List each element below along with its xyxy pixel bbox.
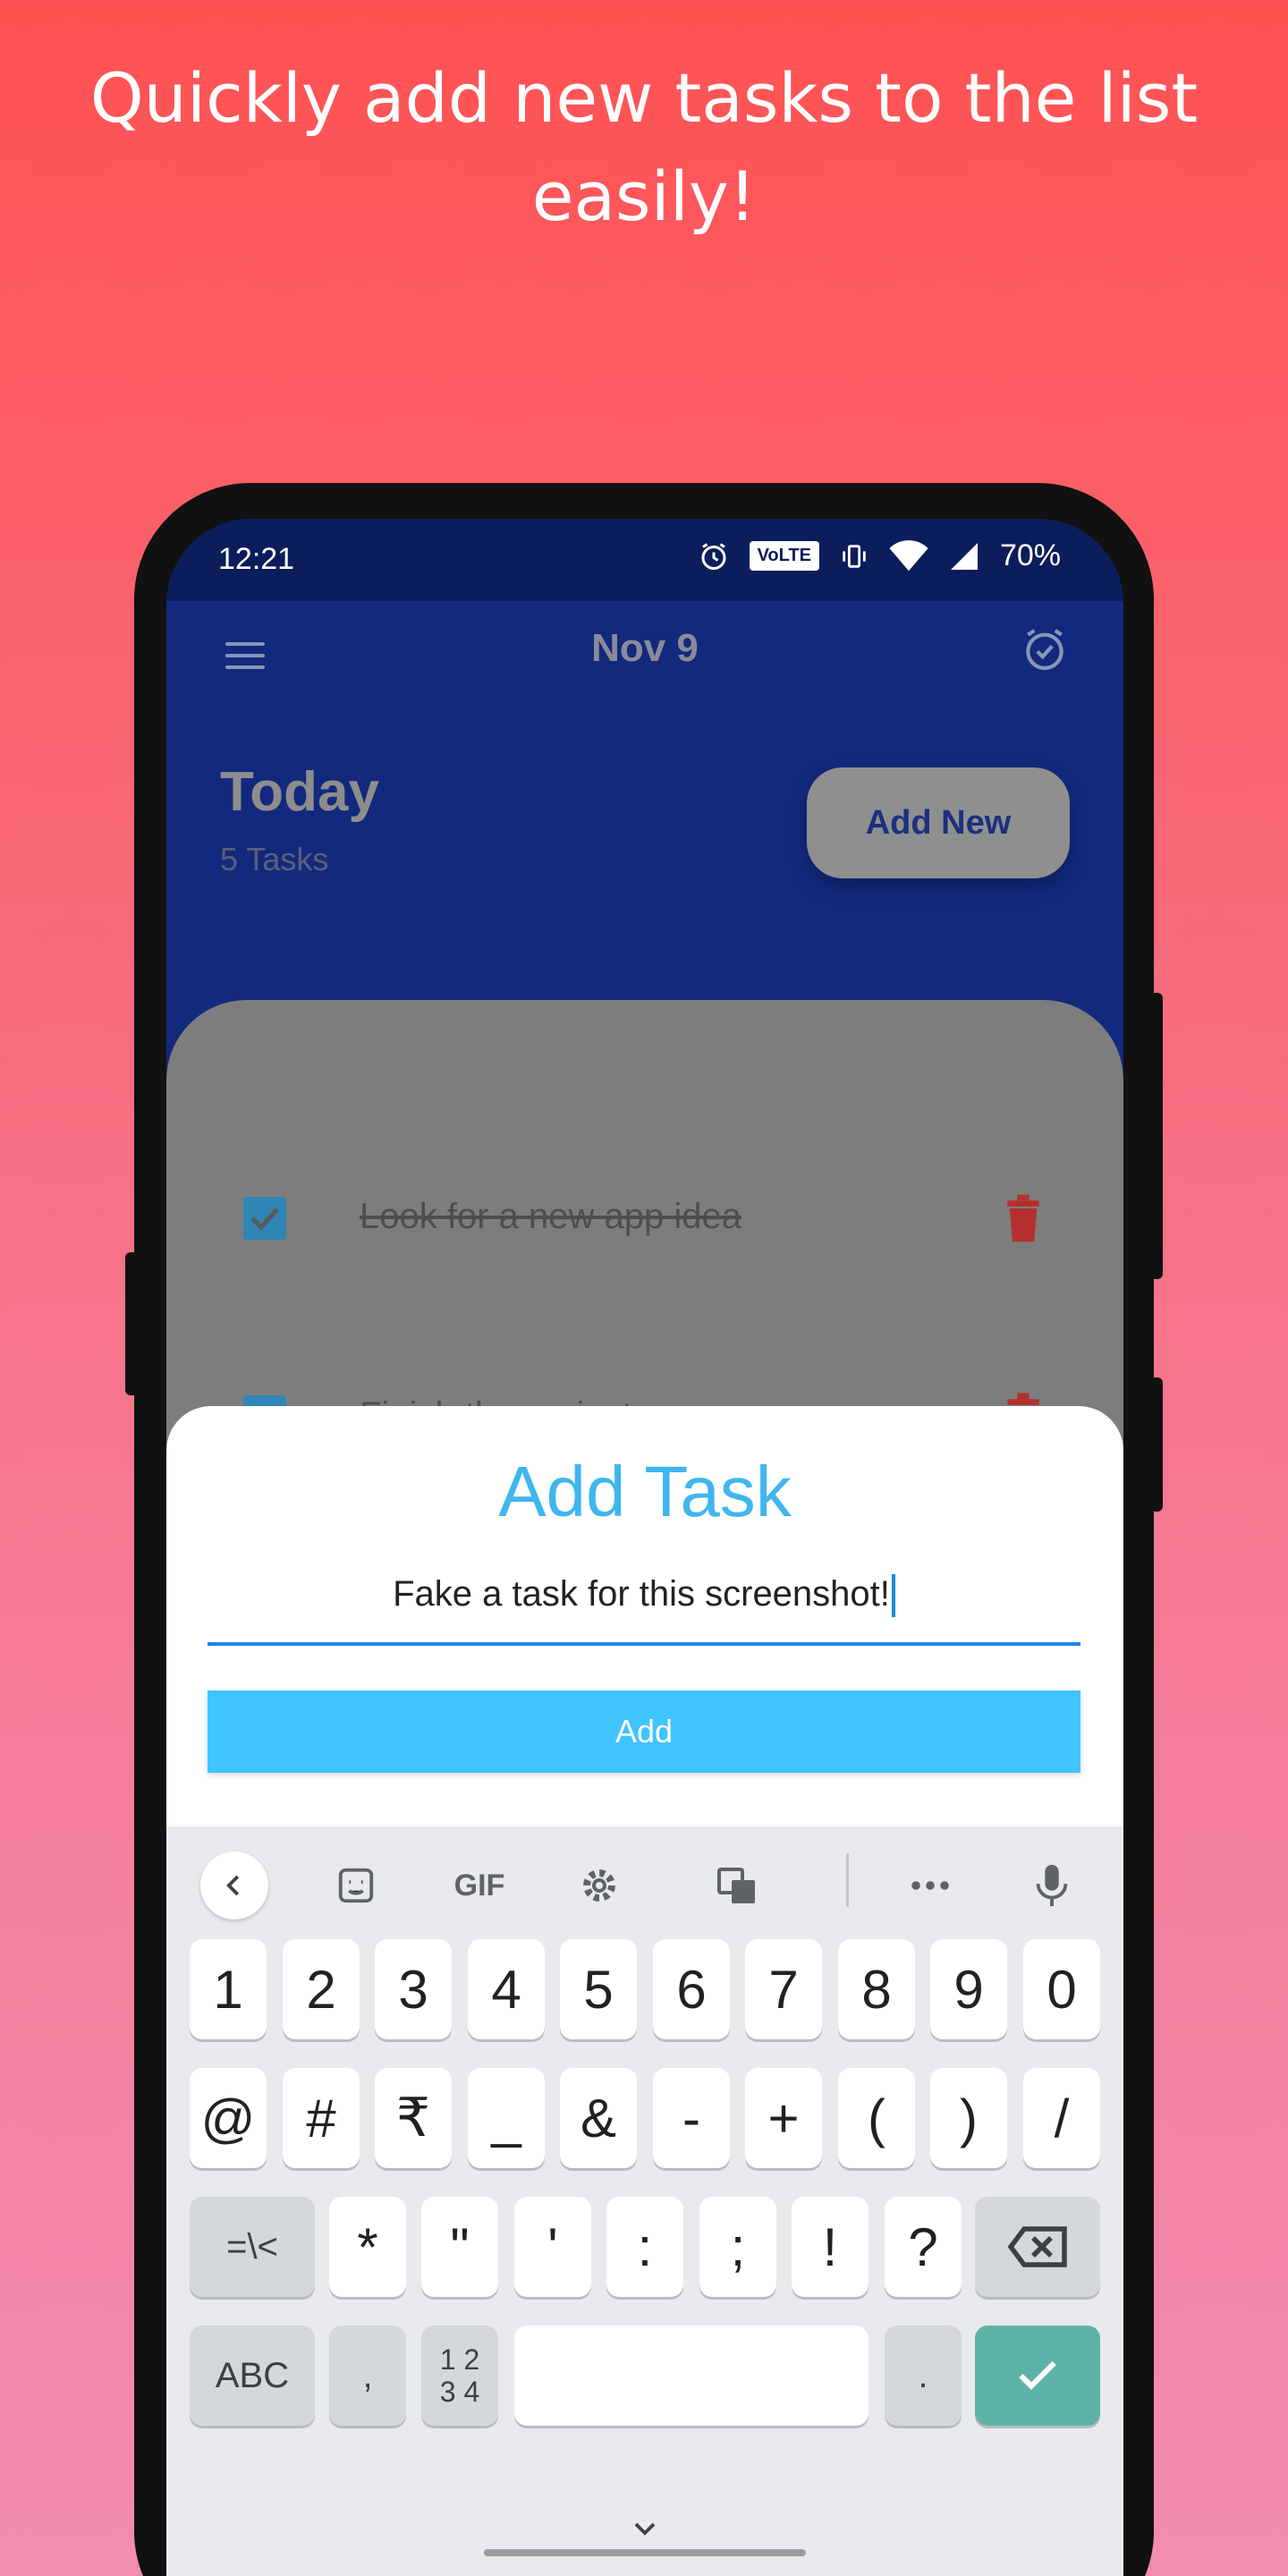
numpad-key[interactable]: 1 2 3 4 — [421, 2326, 498, 2426]
task-checkbox[interactable] — [243, 1197, 286, 1240]
add-button[interactable]: Add — [208, 1690, 1080, 1773]
key-more-symbols[interactable]: =\< — [190, 2197, 315, 2297]
abc-key[interactable]: ABC — [190, 2326, 315, 2426]
alarm-check-icon[interactable] — [1020, 624, 1070, 674]
key-5[interactable]: 5 — [560, 1939, 637, 2039]
add-new-button[interactable]: Add New — [807, 767, 1070, 878]
app-bar: Nov 9 — [166, 601, 1123, 708]
backspace-key[interactable] — [975, 2197, 1100, 2297]
checkmark-icon — [250, 1208, 279, 1231]
translate-button[interactable] — [703, 1852, 771, 1919]
translate-icon — [717, 1868, 755, 1903]
status-time: 12:21 — [218, 542, 295, 576]
date-title: Nov 9 — [591, 626, 699, 670]
key-right-paren[interactable]: ) — [930, 2068, 1007, 2168]
key-hash[interactable]: # — [283, 2068, 360, 2168]
status-bar: 12:21 VoLTE 70% — [166, 519, 1123, 601]
key-3[interactable]: 3 — [375, 1939, 452, 2039]
more-horizontal-icon — [911, 1881, 949, 1890]
key-4[interactable]: 4 — [468, 1939, 545, 2039]
task-count: 5 Tasks — [220, 841, 329, 877]
chevron-left-icon — [226, 1875, 240, 1896]
key-underscore[interactable]: _ — [468, 2068, 545, 2168]
keyboard-toolbar: GIF — [166, 1826, 1123, 1934]
numpad-key-bottom: 3 4 — [439, 2376, 480, 2408]
hide-keyboard-button[interactable] — [631, 2515, 658, 2546]
check-icon — [1019, 2360, 1056, 2390]
key-2[interactable]: 2 — [283, 1939, 360, 2039]
more-options-button[interactable] — [896, 1852, 964, 1919]
task-input-value: Fake a task for this screenshot! — [393, 1574, 890, 1614]
key-6[interactable]: 6 — [653, 1939, 730, 2039]
home-indicator[interactable] — [484, 2549, 806, 2556]
key-8[interactable]: 8 — [838, 1939, 915, 2039]
key-minus[interactable]: - — [653, 2068, 730, 2168]
gear-icon — [583, 1869, 615, 1902]
text-caret — [891, 1574, 895, 1618]
key-colon[interactable]: : — [606, 2197, 683, 2297]
key-period[interactable]: . — [885, 2326, 962, 2426]
key-question[interactable]: ? — [885, 2197, 962, 2297]
enter-key[interactable] — [975, 2326, 1100, 2426]
key-1[interactable]: 1 — [190, 1939, 267, 2039]
numpad-key-top: 1 2 — [439, 2343, 480, 2376]
voice-input-button[interactable] — [1018, 1852, 1086, 1919]
key-left-paren[interactable]: ( — [838, 2068, 915, 2168]
wifi-icon — [889, 539, 928, 571]
phone-volume-button — [125, 1252, 138, 1395]
key-ampersand[interactable]: & — [560, 2068, 637, 2168]
promo-headline: Quickly add new tasks to the list easily… — [89, 58, 1199, 236]
key-plus[interactable]: + — [745, 2068, 822, 2168]
sticker-icon — [338, 1868, 374, 1903]
key-slash[interactable]: / — [1023, 2068, 1100, 2168]
alarm-icon — [701, 542, 726, 570]
microphone-icon — [1036, 1864, 1068, 1907]
space-key[interactable] — [514, 2326, 869, 2426]
volte-badge: VoLTE — [749, 541, 819, 571]
task-item[interactable]: Look for a new app idea — [166, 1182, 1123, 1254]
key-double-quote[interactable]: " — [421, 2197, 498, 2297]
key-asterisk[interactable]: * — [329, 2197, 406, 2297]
task-label: Look for a new app idea — [360, 1197, 741, 1236]
today-heading: Today — [220, 761, 379, 823]
vibrate-icon — [843, 544, 866, 568]
battery-level: 70% — [999, 538, 1061, 572]
signal-icon — [950, 542, 978, 570]
key-9[interactable]: 9 — [930, 1939, 1007, 2039]
key-rupee[interactable]: ₹ — [375, 2068, 452, 2168]
phone-power-button — [1150, 993, 1163, 1279]
keyboard-back-button[interactable] — [200, 1852, 268, 1919]
backspace-icon — [1007, 2226, 1067, 2267]
keyboard: GIF 1 2 3 4 5 6 7 8 9 0 @ # ₹ _ & - + (… — [166, 1826, 1123, 2576]
task-input[interactable]: Fake a task for this screenshot! — [208, 1563, 1080, 1646]
key-exclamation[interactable]: ! — [792, 2197, 869, 2297]
key-at[interactable]: @ — [190, 2068, 267, 2168]
chevron-down-icon — [634, 2522, 656, 2536]
trash-icon[interactable] — [1004, 1193, 1043, 1243]
settings-button[interactable] — [565, 1852, 633, 1919]
add-task-title: Add Task — [498, 1452, 792, 1531]
toolbar-divider — [846, 1853, 849, 1907]
sticker-button[interactable] — [322, 1852, 390, 1919]
key-comma[interactable]: , — [329, 2326, 406, 2426]
key-single-quote[interactable]: ' — [514, 2197, 591, 2297]
phone-side-button — [1150, 1377, 1163, 1512]
key-7[interactable]: 7 — [745, 1939, 822, 2039]
key-semicolon[interactable]: ; — [699, 2197, 776, 2297]
gif-button[interactable]: GIF — [445, 1852, 513, 1919]
key-0[interactable]: 0 — [1023, 1939, 1100, 2039]
phone-screen: 12:21 VoLTE 70% Nov 9 Today 5 Tasks Add … — [166, 519, 1123, 2576]
